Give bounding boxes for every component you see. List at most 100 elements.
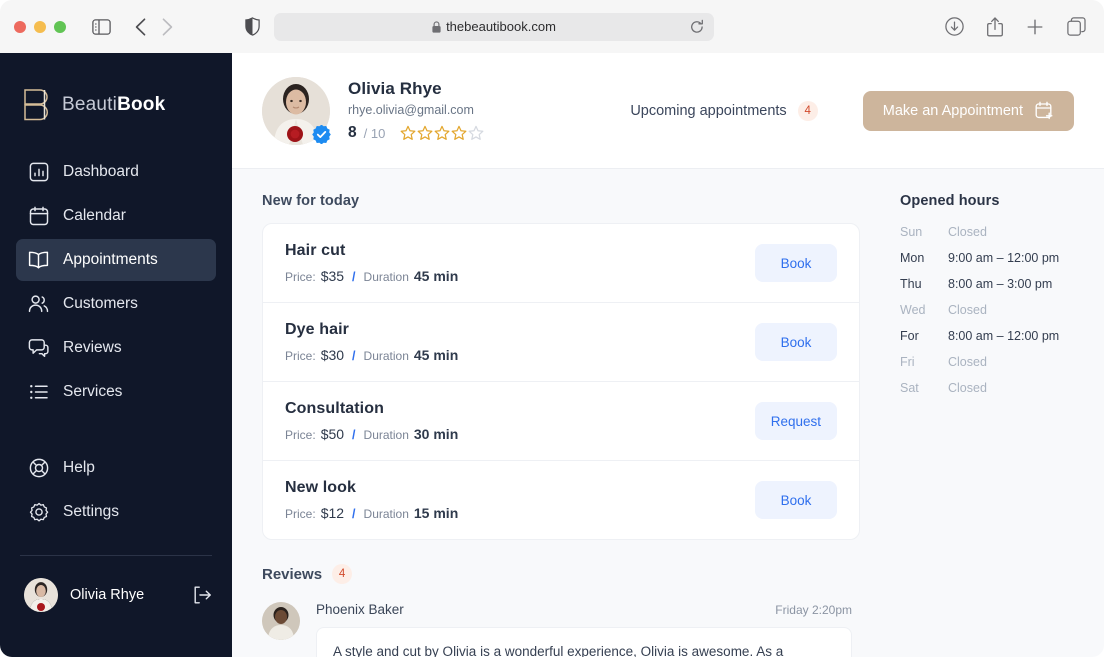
service-meta: Price: $30 / Duration 45 min: [285, 347, 755, 363]
sidebar-item-label: Calendar: [63, 207, 126, 224]
browser-window: thebeautibook.com BeautiBook Dashboard C…: [0, 0, 1104, 657]
make-appointment-button[interactable]: Make an Appointment: [862, 90, 1074, 131]
beautibook-logo-icon: [24, 89, 51, 121]
url-text: thebeautibook.com: [446, 19, 556, 34]
brand-logo[interactable]: BeautiBook: [16, 53, 216, 131]
sidebar-item-calendar[interactable]: Calendar: [16, 195, 216, 237]
tab-overview-icon[interactable]: [1067, 17, 1086, 36]
avatar: [24, 578, 58, 612]
brand-name-second: Book: [117, 94, 166, 115]
hours-day: For: [900, 329, 919, 343]
sidebar-item-label: Settings: [63, 503, 120, 520]
sidebar-item-appointments[interactable]: Appointments: [16, 239, 216, 281]
back-arrow-icon[interactable]: [135, 17, 146, 36]
hours-row: Sat Closed: [900, 381, 1104, 395]
opened-hours-title: Opened hours: [900, 193, 1000, 209]
privacy-shield-icon[interactable]: [245, 17, 260, 36]
service-action-button[interactable]: Request: [754, 402, 837, 440]
plus-icon[interactable]: [1026, 18, 1044, 36]
star-icon: [451, 125, 467, 141]
service-info: Consultation Price: $50 / Duration 30 mi…: [285, 400, 755, 442]
reload-icon[interactable]: [690, 19, 704, 34]
hours-value: Closed: [948, 355, 987, 369]
duration-value: 45 min: [413, 268, 459, 284]
calendar-icon: [28, 206, 49, 227]
sidebar-item-services[interactable]: Services: [16, 371, 216, 413]
opened-hours-list: Sun Closed Mon 9:00 am – 12:00 pm Thu 8:…: [900, 225, 1104, 395]
hours-value: 8:00 am – 12:00 pm: [948, 329, 1060, 343]
duration-value: 30 min: [413, 426, 459, 442]
service-name: Dye hair: [285, 321, 349, 338]
rating-max: / 10: [363, 125, 386, 141]
price-label: Price:: [285, 428, 316, 442]
users-icon: [28, 294, 49, 315]
lock-icon: [432, 20, 441, 33]
hours-day: Wed: [900, 303, 926, 317]
hours-day: Thu: [900, 277, 922, 291]
upcoming-appointments[interactable]: Upcoming appointments 4: [630, 100, 818, 121]
meta-separator: /: [352, 428, 356, 442]
calendar-plus-icon: [1035, 101, 1054, 120]
sidebar-user-profile[interactable]: Olivia Rhye: [16, 556, 216, 612]
duration-value: 15 min: [413, 505, 459, 521]
logout-icon[interactable]: [193, 586, 212, 604]
price-value: $35: [320, 268, 345, 284]
verified-badge-icon: [312, 124, 331, 144]
sidebar-item-reviews[interactable]: Reviews: [16, 327, 216, 369]
hours-row: Thu 8:00 am – 3:00 pm: [900, 277, 1104, 291]
service-meta: Price: $50 / Duration 30 min: [285, 426, 755, 442]
services-card: Hair cut Price: $35 / Duration 45 min Bo…: [262, 223, 860, 540]
profile-avatar[interactable]: [262, 76, 331, 145]
hours-day: Mon: [900, 251, 925, 265]
review-header: Phoenix Baker Friday 2:20pm: [316, 602, 860, 617]
status-badge: 4: [797, 100, 818, 121]
hours-value: Closed: [948, 225, 987, 239]
reviews-header: Reviews 4: [262, 564, 860, 584]
review-text: A style and cut by Olivia is a wonderful…: [316, 627, 852, 657]
maximize-window-button[interactable]: [54, 20, 66, 33]
close-window-button[interactable]: [14, 20, 26, 33]
minimize-window-button[interactable]: [34, 20, 46, 33]
service-info: Hair cut Price: $35 / Duration 45 min: [285, 242, 755, 284]
hours-row: For 8:00 am – 12:00 pm: [900, 329, 1104, 343]
sidebar-toggle-icon[interactable]: [92, 18, 111, 35]
service-name: Hair cut: [285, 242, 346, 259]
hours-row: Sun Closed: [900, 225, 1104, 239]
avatar: [262, 602, 300, 640]
meta-separator: /: [352, 270, 356, 284]
service-action-button[interactable]: Book: [755, 323, 837, 361]
sidebar-item-help[interactable]: Help: [16, 447, 216, 489]
book-open-icon: [28, 250, 49, 271]
price-label: Price:: [285, 507, 316, 521]
sidebar-item-dashboard[interactable]: Dashboard: [16, 151, 216, 193]
profile-info: Olivia Rhye rhye.olivia@gmail.com 8 / 10: [348, 79, 484, 142]
lifebuoy-icon: [28, 458, 49, 479]
share-icon[interactable]: [987, 16, 1003, 37]
service-meta: Price: $12 / Duration 15 min: [285, 505, 755, 521]
meta-separator: /: [352, 349, 356, 363]
address-bar-content: thebeautibook.com: [432, 19, 556, 34]
service-action-button[interactable]: Book: [755, 481, 837, 519]
hours-day: Fri: [900, 355, 915, 369]
forward-arrow-icon: [162, 17, 173, 36]
sidebar-item-customers[interactable]: Customers: [16, 283, 216, 325]
profile-email: rhye.olivia@gmail.com: [348, 103, 474, 117]
service-row: New look Price: $12 / Duration 15 min Bo…: [263, 461, 859, 539]
address-bar[interactable]: thebeautibook.com: [274, 12, 714, 41]
toolbar-right-actions: [945, 16, 1090, 37]
hours-value: Closed: [948, 381, 987, 395]
content-area: New for today Hair cut Price: $35 / Dura…: [232, 169, 1104, 657]
download-icon[interactable]: [945, 17, 964, 36]
sidebar-item-label: Dashboard: [63, 163, 139, 180]
service-name: Consultation: [285, 400, 384, 417]
sidebar-item-label: Help: [63, 459, 95, 476]
sidebar-item-settings[interactable]: Settings: [16, 491, 216, 533]
sidebar-item-label: Appointments: [63, 251, 158, 268]
sidebar-item-label: Customers: [63, 295, 138, 312]
review-body: Phoenix Baker Friday 2:20pm A style and …: [316, 602, 860, 657]
chart-bar-icon: [28, 162, 49, 183]
duration-label: Duration: [363, 270, 409, 284]
profile-rating: 8 / 10: [348, 124, 484, 142]
star-icon: [417, 125, 433, 141]
service-action-button[interactable]: Book: [755, 244, 837, 282]
